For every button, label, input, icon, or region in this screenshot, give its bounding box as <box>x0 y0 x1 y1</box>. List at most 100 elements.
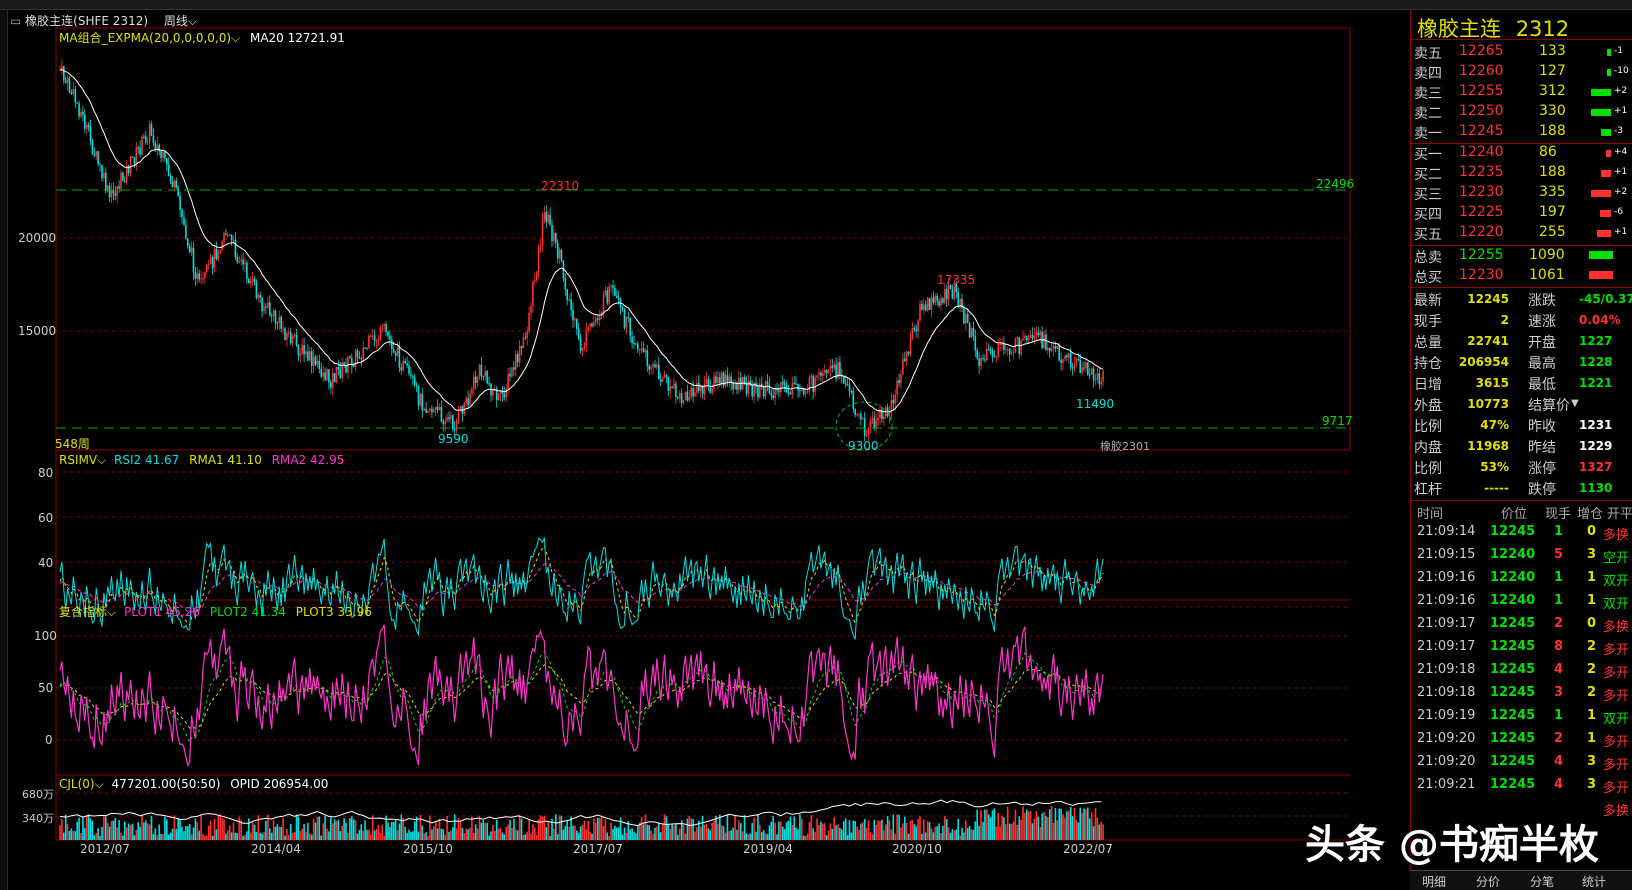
volume-bar <box>566 820 568 840</box>
candle-body <box>591 323 593 326</box>
candle-body <box>747 380 750 394</box>
candle-body <box>404 360 406 364</box>
tick-row[interactable]: 21:09:18 12245 4 2 多开 <box>1411 662 1632 682</box>
volume-bar <box>577 833 580 840</box>
candle-body <box>352 365 355 368</box>
ask-level-row[interactable]: 卖四 12260 127 -10 <box>1411 62 1632 82</box>
bid-level-row[interactable]: 买一 12240 86 +4 <box>1411 143 1632 163</box>
ask-level-label: 卖二 <box>1414 106 1442 122</box>
tab-stats[interactable]: 统计 <box>1582 873 1606 890</box>
settlement-dropdown-icon[interactable]: ▼ <box>1571 398 1579 409</box>
symbol-header[interactable]: ▭ 橡胶主连(SHFE 2312) 周线⌵ <box>10 12 197 29</box>
volume-bar <box>289 824 292 840</box>
tick-row[interactable]: 21:09:15 12240 5 3 空开 <box>1411 547 1632 567</box>
volume-bar <box>1033 818 1036 840</box>
candle-body <box>473 376 475 389</box>
candle-body <box>188 245 191 253</box>
total-volume-bar <box>1589 271 1613 279</box>
menu-icon[interactable]: ▭ <box>10 14 21 28</box>
volume-bar <box>444 834 446 840</box>
candle-body <box>677 397 679 399</box>
candle-body <box>398 346 401 368</box>
kline-chart[interactable] <box>0 0 1410 890</box>
volume-panel-header[interactable]: CJL(0)⌵ 477201.00(50:50) OPID 206954.00 <box>59 777 328 792</box>
volume-bar <box>326 828 328 840</box>
tick-row[interactable]: 21:09:20 12245 4 3 多开 <box>1411 754 1632 774</box>
volume-bar <box>248 818 250 840</box>
volume-bar <box>522 834 525 840</box>
candle-body <box>442 421 445 425</box>
ask-level-row[interactable]: 卖三 12255 312 +2 <box>1411 82 1632 102</box>
volume-bar <box>1087 807 1089 840</box>
candle-body <box>368 336 370 348</box>
candle-body <box>804 392 807 395</box>
volume-bar <box>341 825 343 840</box>
candle-body <box>547 214 549 223</box>
tick-row[interactable]: 21:09:17 12245 2 0 多换 <box>1411 616 1632 636</box>
tick-row[interactable]: 21:09:17 12245 8 2 多开 <box>1411 639 1632 659</box>
bid-level-row[interactable]: 买二 12235 188 +1 <box>1411 163 1632 183</box>
ask-change: -1 <box>1614 46 1623 56</box>
volume-bar <box>291 832 294 840</box>
bid-level-row[interactable]: 买五 12220 255 +1 <box>1411 223 1632 243</box>
candle-body <box>129 156 132 174</box>
candle-body <box>551 224 553 241</box>
volume-bar <box>530 833 532 840</box>
tick-row[interactable]: 21:09:14 12245 1 0 多换 <box>1411 524 1632 544</box>
tick-row[interactable]: 21:09:16 12240 1 1 双开 <box>1411 593 1632 613</box>
ask-volume: 133 <box>1539 43 1566 59</box>
candle-body <box>911 327 914 338</box>
volume-bar <box>93 835 96 840</box>
ask-level-row[interactable]: 卖一 12245 188 -3 <box>1411 122 1632 142</box>
volume-bar <box>137 822 139 840</box>
candle-body <box>863 418 866 436</box>
candle-body <box>448 417 450 420</box>
tick-row[interactable]: 21:09:19 12245 1 1 双开 <box>1411 708 1632 728</box>
volume-bar <box>482 820 485 840</box>
candle-body <box>726 374 729 382</box>
tick-increase: 0 <box>1587 616 1597 631</box>
volume-bar <box>368 829 370 840</box>
bid-change: +1 <box>1614 227 1628 237</box>
bid-level-row[interactable]: 买四 12225 197 -6 <box>1411 203 1632 223</box>
candle-body <box>63 66 65 81</box>
ask-level-row[interactable]: 卖五 12265 133 -1 <box>1411 42 1632 62</box>
tab-trades[interactable]: 分笔 <box>1530 873 1554 890</box>
tick-row[interactable]: 21:09:20 12245 2 1 多开 <box>1411 731 1632 751</box>
candle-body <box>654 364 656 368</box>
main-indicator-header[interactable]: MA组合_EXPMA(20,0,0,0,0,0)⌵ MA20 12721.91 <box>59 29 345 46</box>
candle-body <box>450 415 452 420</box>
candle-body <box>181 209 183 218</box>
tick-row[interactable]: 21:09:16 12240 1 1 双开 <box>1411 570 1632 590</box>
candle-body <box>535 272 538 280</box>
candle-body <box>715 376 717 383</box>
volume-bar <box>230 832 233 840</box>
candle-body <box>965 314 967 324</box>
candle-body <box>1033 335 1036 339</box>
candle-body <box>984 359 986 361</box>
candle-body <box>696 382 698 393</box>
candle-body <box>732 383 734 390</box>
volume-bar <box>74 831 77 840</box>
tick-row[interactable]: 21:09:18 12245 3 2 多开 <box>1411 685 1632 705</box>
ask-level-row[interactable]: 卖二 12250 330 +1 <box>1411 102 1632 122</box>
tab-details[interactable]: 明细 <box>1422 873 1446 890</box>
rsi-panel-header[interactable]: RSIMV⌵ RSI2 41.67 RMA1 41.10 RMA2 42.95 <box>59 453 344 468</box>
volume-bar <box>713 820 715 840</box>
ask-change: +1 <box>1614 106 1628 116</box>
candle-body <box>684 391 687 401</box>
tick-hand: 2 <box>1554 616 1564 631</box>
composite-indicator-name: 复合指标 <box>59 605 108 619</box>
composite-panel-header[interactable]: 复合指标⌵ PLOT1 45.26 PLOT2 41.34 PLOT3 33.9… <box>59 603 372 620</box>
tick-row[interactable]: 21:09:21 12245 4 3 多开 <box>1411 777 1632 797</box>
bid-level-row[interactable]: 买三 12230 335 +2 <box>1411 183 1632 203</box>
candle-body <box>707 379 710 387</box>
quote-row: 内盘 11968 昨结 1229 <box>1411 436 1632 456</box>
candle-body <box>608 286 610 304</box>
candle-body <box>263 306 265 312</box>
tab-price-split[interactable]: 分价 <box>1476 873 1500 890</box>
period-selector[interactable]: 周线⌵ <box>164 14 197 28</box>
chevron-down-icon: ⌵ <box>231 31 241 45</box>
quote-left-label: 最新 <box>1414 293 1442 309</box>
bid-volume-bar <box>1597 230 1611 237</box>
